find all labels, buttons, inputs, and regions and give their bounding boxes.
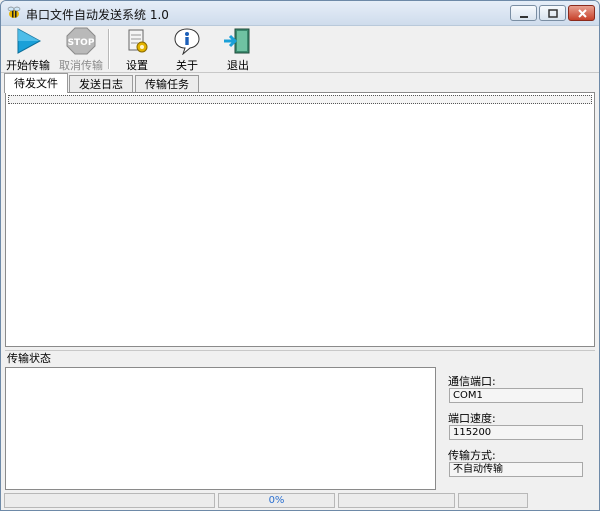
title-bar[interactable]: 串口文件自动发送系统 1.0 (1, 1, 599, 26)
exit-button[interactable]: 退出 (220, 26, 256, 72)
settings-icon (121, 27, 153, 55)
speed-label: 端口速度: (448, 412, 496, 425)
minimize-button[interactable] (510, 5, 537, 21)
port-value: COM1 (449, 388, 583, 403)
svg-text:STOP: STOP (68, 38, 95, 48)
cancel-transfer-button[interactable]: STOP 取消传输 (56, 26, 106, 72)
tab-pending-files[interactable]: 待发文件 (4, 73, 68, 93)
pending-files-list[interactable] (5, 92, 595, 347)
close-button[interactable] (568, 5, 595, 21)
status-bar: 0% (1, 492, 599, 510)
toolbar-separator (108, 29, 110, 69)
tab-send-log[interactable]: 发送日志 (69, 75, 133, 92)
window-title: 串口文件自动发送系统 1.0 (26, 8, 169, 22)
exit-label: 退出 (227, 59, 249, 72)
start-transfer-button[interactable]: 开始传输 (3, 26, 53, 72)
status-cell-info (338, 493, 455, 508)
mode-value: 不自动传输 (449, 462, 583, 477)
minimize-icon (520, 16, 528, 18)
transfer-status-title: 传输状态 (5, 350, 595, 366)
toolbar: 开始传输 STOP 取消传输 设置 关于 退出 (1, 26, 599, 73)
tab-transfer-tasks[interactable]: 传输任务 (135, 75, 199, 92)
settings-label: 设置 (126, 59, 148, 72)
about-label: 关于 (176, 59, 198, 72)
close-icon (578, 9, 587, 18)
connection-info-panel: 通信端口: COM1 端口速度: 115200 传输方式: 不自动传输 (445, 367, 593, 490)
status-cell-extra (458, 493, 528, 508)
exit-door-icon (222, 27, 254, 55)
bee-app-icon (6, 5, 22, 21)
maximize-button[interactable] (539, 5, 566, 21)
port-label: 通信端口: (448, 375, 496, 388)
mode-label: 传输方式: (448, 449, 496, 462)
about-button[interactable]: 关于 (169, 26, 205, 72)
play-icon (12, 27, 44, 55)
info-icon (171, 27, 203, 56)
start-transfer-label: 开始传输 (6, 59, 50, 72)
maximize-icon (548, 9, 558, 18)
speed-value: 115200 (449, 425, 583, 440)
app-window: 串口文件自动发送系统 1.0 开始传输 STOP 取消传输 设置 关于 退出 待… (0, 0, 600, 511)
status-cell-message (4, 493, 215, 508)
transfer-status-panel[interactable] (5, 367, 436, 490)
settings-button[interactable]: 设置 (119, 26, 155, 72)
stop-icon: STOP (65, 27, 97, 55)
tab-bar: 待发文件 发送日志 传输任务 (1, 73, 599, 93)
cancel-transfer-label: 取消传输 (59, 59, 103, 72)
list-column-header[interactable] (8, 95, 592, 104)
progress-percent: 0% (218, 493, 335, 508)
